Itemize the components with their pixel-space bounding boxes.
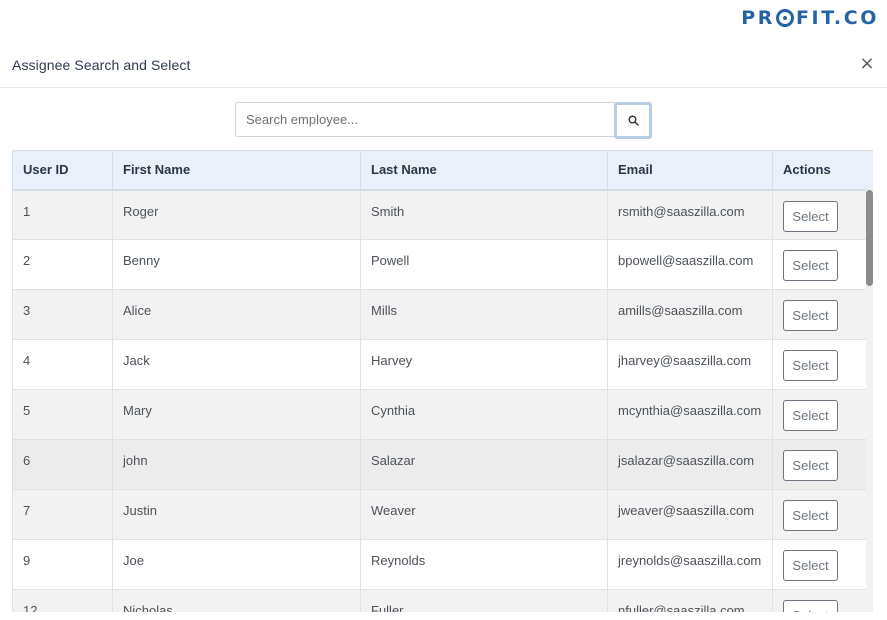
modal-title: Assignee Search and Select	[12, 57, 191, 73]
cell-last-name: Weaver	[360, 489, 608, 540]
cell-last-name: Cynthia	[360, 389, 608, 440]
cell-first-name: Justin	[112, 489, 361, 540]
cell-user-id: 6	[12, 439, 113, 490]
select-button[interactable]: Select	[783, 300, 838, 331]
cell-user-id: 7	[12, 489, 113, 540]
select-button[interactable]: Select	[783, 550, 838, 581]
cell-last-name: Mills	[360, 289, 608, 340]
select-button[interactable]: Select	[783, 400, 838, 431]
cell-first-name: Roger	[112, 189, 361, 240]
assignee-modal: PR FIT.CO Assignee Search and Select × Us…	[0, 0, 887, 620]
cell-actions: Select	[772, 239, 873, 290]
cell-last-name: Salazar	[360, 439, 608, 490]
cell-email: bpowell@saaszilla.com	[607, 239, 773, 290]
header-actions: Actions	[772, 150, 873, 191]
search-icon	[628, 115, 639, 126]
employee-table-viewport[interactable]: User ID First Name Last Name Email Actio…	[12, 150, 873, 612]
modal-header: Assignee Search and Select ×	[0, 42, 887, 88]
table-row: 3 Alice Mills amills@saaszilla.com Selec…	[12, 289, 873, 340]
employee-table: User ID First Name Last Name Email Actio…	[12, 150, 873, 612]
cell-email: mcynthia@saaszilla.com	[607, 389, 773, 440]
cell-first-name: Nicholas	[112, 589, 361, 612]
cell-user-id: 12	[12, 589, 113, 612]
select-button[interactable]: Select	[783, 350, 838, 381]
cell-user-id: 9	[12, 539, 113, 590]
header-user-id: User ID	[12, 150, 113, 191]
cell-user-id: 1	[12, 189, 113, 240]
cell-user-id: 3	[12, 289, 113, 340]
scrollbar-thumb[interactable]	[866, 190, 873, 286]
cell-first-name: Joe	[112, 539, 361, 590]
cell-actions: Select	[772, 539, 873, 590]
profit-co-logo: PR FIT.CO	[741, 6, 879, 30]
cell-email: jsalazar@saaszilla.com	[607, 439, 773, 490]
cell-email: jharvey@saaszilla.com	[607, 339, 773, 390]
select-button[interactable]: Select	[783, 500, 838, 531]
header-first-name: First Name	[112, 150, 361, 191]
cell-last-name: Harvey	[360, 339, 608, 390]
table-scrollbar[interactable]	[866, 189, 873, 612]
select-button[interactable]: Select	[783, 600, 838, 612]
table-header-row: User ID First Name Last Name Email Actio…	[12, 150, 873, 191]
table-row: 5 Mary Cynthia mcynthia@saaszilla.com Se…	[12, 389, 873, 440]
cell-user-id: 2	[12, 239, 113, 290]
table-row: 1 Roger Smith rsmith@saaszilla.com Selec…	[12, 189, 873, 240]
cell-email: rsmith@saaszilla.com	[607, 189, 773, 240]
cell-email: jweaver@saaszilla.com	[607, 489, 773, 540]
cell-first-name: Alice	[112, 289, 361, 340]
search-bar	[235, 102, 652, 139]
cell-last-name: Smith	[360, 189, 608, 240]
table-row: 12 Nicholas Fuller nfuller@saaszilla.com…	[12, 589, 873, 612]
cell-email: amills@saaszilla.com	[607, 289, 773, 340]
cell-email: jreynolds@saaszilla.com	[607, 539, 773, 590]
cell-last-name: Fuller	[360, 589, 608, 612]
cell-email: nfuller@saaszilla.com	[607, 589, 773, 612]
cell-actions: Select	[772, 489, 873, 540]
cell-last-name: Reynolds	[360, 539, 608, 590]
cell-first-name: Mary	[112, 389, 361, 440]
cell-actions: Select	[772, 339, 873, 390]
cell-actions: Select	[772, 589, 873, 612]
search-input[interactable]	[235, 102, 615, 137]
table-row: 4 Jack Harvey jharvey@saaszilla.com Sele…	[12, 339, 873, 390]
cell-first-name: john	[112, 439, 361, 490]
search-button[interactable]	[614, 102, 652, 139]
table-row: 7 Justin Weaver jweaver@saaszilla.com Se…	[12, 489, 873, 540]
table-row: 2 Benny Powell bpowell@saaszilla.com Sel…	[12, 239, 873, 290]
close-icon[interactable]: ×	[859, 54, 875, 74]
header-last-name: Last Name	[360, 150, 608, 191]
table-row: 9 Joe Reynolds jreynolds@saaszilla.com S…	[12, 539, 873, 590]
logo-text-left: PR	[741, 7, 775, 29]
cell-last-name: Powell	[360, 239, 608, 290]
header-email: Email	[607, 150, 773, 191]
cell-actions: Select	[772, 389, 873, 440]
cell-actions: Select	[772, 189, 873, 240]
cell-user-id: 4	[12, 339, 113, 390]
cell-user-id: 5	[12, 389, 113, 440]
cell-actions: Select	[772, 289, 873, 340]
cell-first-name: Jack	[112, 339, 361, 390]
select-button[interactable]: Select	[783, 450, 838, 481]
select-button[interactable]: Select	[783, 250, 838, 281]
cell-actions: Select	[772, 439, 873, 490]
select-button[interactable]: Select	[783, 200, 838, 232]
logo-target-icon	[775, 9, 794, 27]
logo-text-right: FIT.CO	[795, 7, 879, 29]
cell-first-name: Benny	[112, 239, 361, 290]
table-row: 6 john Salazar jsalazar@saaszilla.com Se…	[12, 439, 873, 490]
